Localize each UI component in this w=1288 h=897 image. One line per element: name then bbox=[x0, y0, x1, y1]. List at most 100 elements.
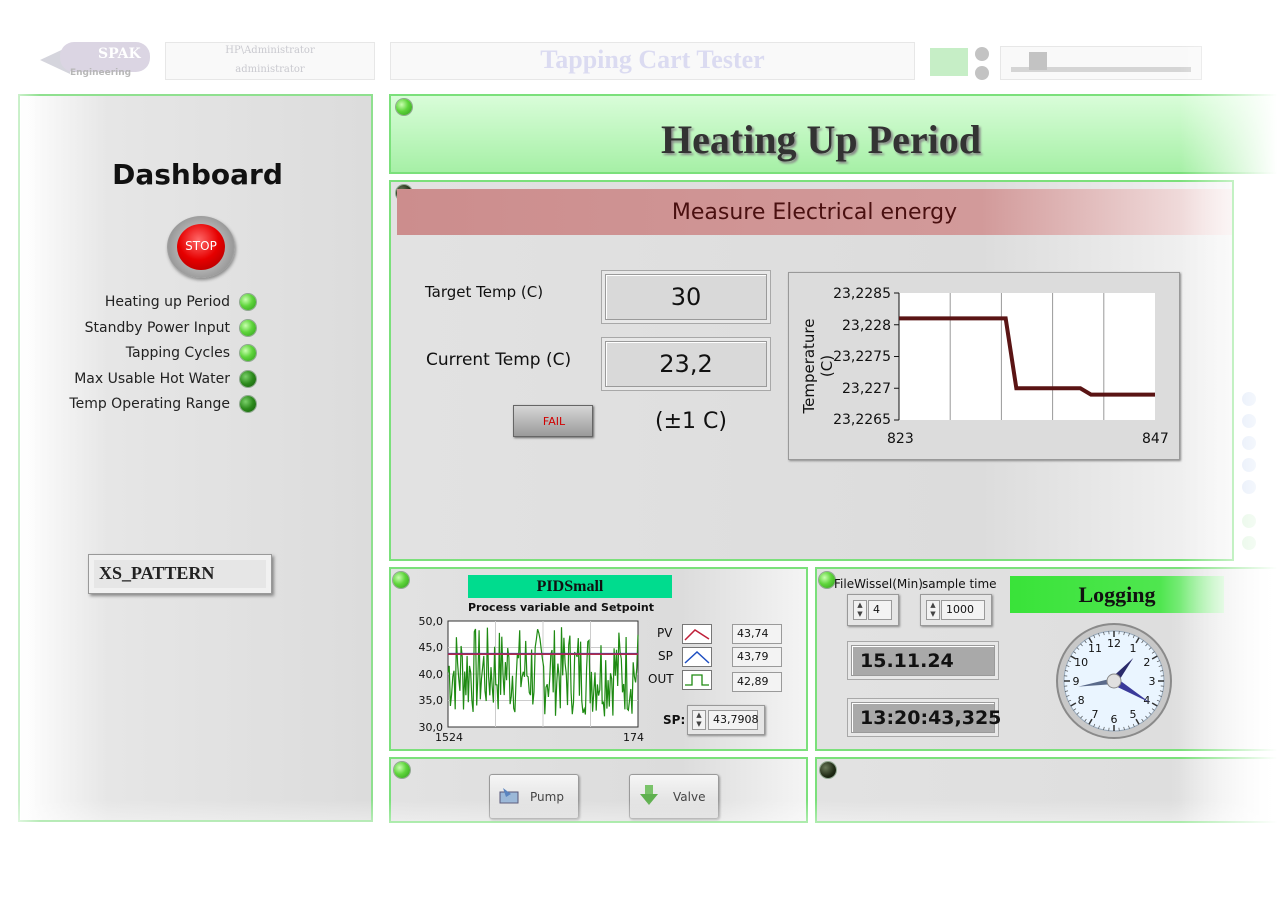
progress-slider[interactable] bbox=[1000, 46, 1202, 80]
filewissel-stepper[interactable]: ▲ ▼ bbox=[853, 600, 867, 620]
sp-value: 43,79 bbox=[732, 647, 782, 667]
clock-number: 11 bbox=[1088, 642, 1102, 655]
logging-panel: FileWissel(Min) ▲ ▼ 4 sample time ▲ ▼ 1000… bbox=[815, 567, 1288, 751]
measure-panel: Measure Electrical energy Target Temp (C… bbox=[389, 180, 1234, 561]
pid-ytick-2: 40,0 bbox=[418, 668, 444, 681]
logo-subtext: Engineering bbox=[70, 68, 132, 78]
temp-ytick-3: 23,227 bbox=[842, 381, 891, 397]
measure-title: Measure Electrical energy bbox=[671, 200, 958, 225]
pattern-field[interactable]: XS_PATTERN bbox=[88, 554, 272, 594]
indicator-row: Heating up Period bbox=[20, 292, 260, 314]
target-temp-label: Target Temp (C) bbox=[425, 283, 544, 301]
temp-xtick-end: 847 bbox=[1142, 431, 1169, 447]
indicator-row: Temp Operating Range bbox=[20, 394, 260, 416]
indicator-label: Tapping Cycles bbox=[125, 345, 230, 361]
sample-time-input[interactable]: ▲ ▼ 1000 bbox=[920, 594, 992, 626]
temp-plot-area bbox=[899, 293, 1155, 420]
empty-panel-led bbox=[820, 762, 836, 778]
pv-label: PV bbox=[657, 626, 673, 640]
phase-panel: Heating Up Period bbox=[389, 94, 1288, 174]
date-display: 15.11.24 bbox=[851, 645, 995, 676]
pid-legend-pv: PV 43,74 bbox=[657, 624, 787, 646]
out-label: OUT bbox=[648, 672, 674, 686]
clock-number: 12 bbox=[1107, 637, 1121, 650]
analog-clock-svg: 121234567891011 bbox=[1056, 623, 1172, 739]
temp-ytick-0: 23,2285 bbox=[833, 286, 891, 302]
controls-panel: Pump Valve bbox=[389, 757, 808, 823]
controls-led bbox=[394, 762, 410, 778]
temp-ytick-2: 23,2275 bbox=[833, 349, 891, 365]
user-name: administrator bbox=[235, 64, 305, 75]
sp-label: SP bbox=[658, 649, 673, 663]
pump-icon bbox=[498, 784, 520, 806]
filewissel-input[interactable]: ▲ ▼ 4 bbox=[847, 594, 899, 626]
pv-icon bbox=[682, 624, 712, 644]
pump-label: Pump bbox=[530, 790, 564, 804]
stop-button[interactable]: STOP bbox=[167, 216, 235, 278]
pid-panel: PIDSmall Process variable and Setpoint 5… bbox=[389, 567, 808, 751]
sp-input[interactable]: ▲ ▼ 43,7908 bbox=[687, 705, 765, 735]
temp-xtick-start: 823 bbox=[887, 431, 914, 447]
time-display: 13:20:43,325 bbox=[851, 702, 1001, 733]
indicator-led bbox=[240, 319, 256, 336]
pv-value: 43,74 bbox=[732, 624, 782, 644]
pid-legend-sp: SP 43,79 bbox=[657, 647, 787, 669]
user-box: HP\Administrator administrator bbox=[165, 42, 375, 80]
dashboard-panel: Dashboard STOP Heating up Period Standby … bbox=[18, 94, 373, 822]
sp-input-value[interactable]: 43,7908 bbox=[708, 710, 759, 730]
pid-legend-out: OUT 42,89 bbox=[648, 670, 788, 692]
pid-subtitle: Process variable and Setpoint bbox=[468, 601, 654, 614]
header-status-block bbox=[930, 48, 968, 76]
indicator-led bbox=[240, 370, 256, 387]
pid-title: PIDSmall bbox=[468, 575, 672, 598]
dashboard-title: Dashboard bbox=[112, 158, 283, 191]
pid-ytick-1: 45,0 bbox=[418, 641, 444, 654]
clock-number: 1 bbox=[1130, 642, 1137, 655]
indicator-label: Standby Power Input bbox=[84, 319, 230, 336]
pid-ytick-0: 50,0 bbox=[418, 615, 444, 628]
filewissel-label: FileWissel(Min) bbox=[834, 577, 923, 591]
tolerance-label: (±1 C) bbox=[655, 409, 727, 434]
logging-led bbox=[819, 572, 835, 588]
sp-input-label: SP: bbox=[663, 713, 686, 727]
indicator-led bbox=[240, 294, 256, 310]
header-led-2 bbox=[975, 66, 989, 80]
measure-header: Measure Electrical energy bbox=[397, 189, 1232, 235]
current-temp-label: Current Temp (C) bbox=[426, 350, 572, 370]
indicator-row: Max Usable Hot Water bbox=[20, 369, 260, 391]
indicator-led bbox=[240, 345, 256, 361]
sample-time-stepper[interactable]: ▲ ▼ bbox=[926, 600, 940, 620]
phase-led bbox=[396, 99, 412, 115]
indicator-label: Heating up Period bbox=[104, 294, 230, 310]
pid-xtick-end: 174 bbox=[623, 731, 644, 744]
stop-label: STOP bbox=[185, 239, 217, 253]
header-led-1 bbox=[975, 47, 989, 61]
pid-xtick-start: 1524 bbox=[435, 731, 463, 744]
current-temp-value: 23,2 bbox=[605, 341, 767, 387]
sp-stepper[interactable]: ▲ ▼ bbox=[692, 710, 706, 730]
analog-clock: 121234567891011 bbox=[1055, 622, 1173, 740]
temp-ytick-4: 23,2265 bbox=[833, 412, 891, 428]
pump-button[interactable]: Pump bbox=[489, 774, 579, 819]
target-temp-value: 30 bbox=[605, 274, 767, 320]
fail-button[interactable]: FAIL bbox=[513, 405, 593, 437]
phase-title: Heating Up Period bbox=[661, 117, 981, 162]
indicator-row: Tapping Cycles bbox=[20, 343, 260, 365]
indicator-led bbox=[240, 396, 256, 412]
clock-number: 7 bbox=[1092, 708, 1099, 721]
app-title-box: Tapping Cart Tester bbox=[390, 42, 915, 80]
indicator-list: Heating up Period Standby Power Input Tapp… bbox=[20, 292, 260, 422]
clock-number: 5 bbox=[1130, 708, 1137, 721]
clock-number: 6 bbox=[1111, 713, 1118, 726]
clock-number: 9 bbox=[1073, 675, 1080, 688]
sample-time-value[interactable]: 1000 bbox=[941, 600, 985, 620]
valve-button[interactable]: Valve bbox=[629, 774, 719, 819]
indicator-label: Max Usable Hot Water bbox=[74, 370, 230, 387]
pid-ytick-3: 35,0 bbox=[418, 694, 444, 707]
temp-ytick-1: 23,228 bbox=[842, 318, 891, 334]
pid-led bbox=[393, 572, 409, 588]
filewissel-value[interactable]: 4 bbox=[868, 600, 892, 620]
logo: SPAK Engineering bbox=[40, 40, 155, 80]
valve-label: Valve bbox=[673, 790, 706, 804]
pattern-value: XS_PATTERN bbox=[99, 563, 215, 583]
